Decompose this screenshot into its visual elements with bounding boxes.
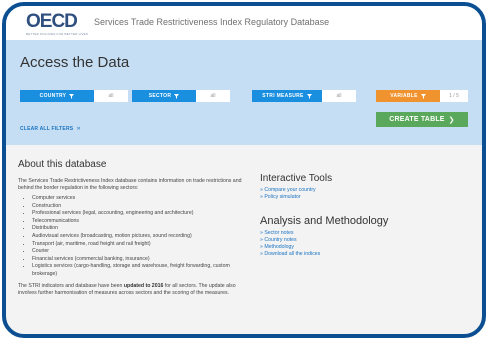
- about-section: About this database The Services Trade R…: [18, 159, 246, 297]
- stri-measure-filter-label: STRI MEASURE: [262, 93, 304, 99]
- variable-filter[interactable]: VARIABLE 1 / 5: [376, 90, 468, 102]
- database-title: Services Trade Restrictiveness Index Reg…: [94, 17, 330, 27]
- about-description: The Services Trade Restrictiveness Index…: [18, 178, 242, 191]
- download-indices-link[interactable]: » Download all the indices: [260, 251, 460, 258]
- filter-icon: [69, 93, 75, 99]
- analysis-links: » Sector notes » Country notes » Methodo…: [260, 230, 460, 258]
- interactive-tools-section: Interactive Tools » Compare your country…: [260, 173, 460, 201]
- country-notes-link[interactable]: » Country notes: [260, 237, 460, 244]
- sector-notes-link[interactable]: » Sector notes: [260, 230, 460, 237]
- sector-filter-value[interactable]: all: [196, 90, 230, 102]
- sector-item: Financial services (commercial banking, …: [32, 256, 246, 264]
- clear-all-filters-link[interactable]: CLEAR ALL FILTERS ✕: [20, 126, 81, 132]
- site-header: OECD BETTER POLICIES FOR BETTER LIVES Se…: [6, 6, 482, 40]
- create-table-label: CREATE TABLE: [389, 116, 445, 123]
- sector-filter-button[interactable]: SECTOR: [132, 90, 196, 102]
- sector-item: Courier: [32, 248, 246, 256]
- methodology-link[interactable]: » Methodology: [260, 244, 460, 251]
- stri-measure-filter[interactable]: STRI MEASURE all: [252, 90, 356, 102]
- variable-filter-value[interactable]: 1 / 5: [440, 90, 468, 102]
- sector-item: Logistics services (cargo-handling, stor…: [32, 263, 246, 278]
- oecd-logo[interactable]: OECD BETTER POLICIES FOR BETTER LIVES: [26, 11, 89, 38]
- variable-filter-label: VARIABLE: [390, 93, 418, 99]
- country-filter-label: COUNTRY: [39, 93, 67, 99]
- x-icon: ✕: [74, 126, 81, 132]
- create-table-button[interactable]: CREATE TABLE ❯: [376, 112, 468, 127]
- update-note-prefix: The STRI indicators and database have be…: [18, 282, 123, 289]
- interactive-tools-title: Interactive Tools: [260, 173, 333, 184]
- filter-icon: [420, 93, 426, 99]
- chevron-right-icon: ❯: [448, 116, 455, 124]
- stri-measure-filter-button[interactable]: STRI MEASURE: [252, 90, 322, 102]
- main-content: About this database The Services Trade R…: [6, 145, 482, 334]
- country-filter-value[interactable]: all: [94, 90, 128, 102]
- access-data-panel: Access the Data COUNTRY all SECTOR all S…: [6, 40, 482, 145]
- sector-item: Distribution: [32, 225, 246, 233]
- filter-icon: [306, 93, 312, 99]
- analysis-title: Analysis and Methodology: [260, 215, 389, 227]
- clear-all-filters-label: CLEAR ALL FILTERS: [20, 126, 74, 132]
- tools-links: » Compare your country » Policy simulato…: [260, 187, 460, 201]
- sector-item: Telecommunications: [32, 218, 246, 226]
- sector-item: Audiovisual services (broadcasting, moti…: [32, 233, 246, 241]
- update-note-highlight: updated to 2016: [123, 282, 164, 289]
- stri-measure-filter-value[interactable]: all: [322, 90, 356, 102]
- sector-filter[interactable]: SECTOR all: [132, 90, 230, 102]
- sector-filter-label: SECTOR: [148, 93, 172, 99]
- policy-simulator-link[interactable]: » Policy simulator: [260, 194, 460, 201]
- sector-list: Computer servicesConstructionProfessiona…: [18, 195, 246, 279]
- page-frame: OECD BETTER POLICIES FOR BETTER LIVES Se…: [2, 2, 486, 338]
- variable-filter-button[interactable]: VARIABLE: [376, 90, 440, 102]
- update-note: The STRI indicators and database have be…: [18, 283, 246, 297]
- analysis-section: Analysis and Methodology » Sector notes …: [260, 215, 460, 258]
- sector-item: Transport (air, maritime, road freight a…: [32, 241, 246, 249]
- country-filter-button[interactable]: COUNTRY: [20, 90, 94, 102]
- filter-icon: [174, 93, 180, 99]
- logo-text: OECD: [26, 11, 78, 32]
- compare-country-link[interactable]: » Compare your country: [260, 187, 460, 194]
- sector-item: Construction: [32, 203, 246, 211]
- sector-item: Professional services (legal, accounting…: [32, 210, 246, 218]
- logo-tagline: BETTER POLICIES FOR BETTER LIVES: [26, 32, 89, 36]
- country-filter[interactable]: COUNTRY all: [20, 90, 128, 102]
- sector-item: Computer services: [32, 195, 246, 203]
- about-title: About this database: [18, 159, 107, 170]
- access-title: Access the Data: [20, 54, 130, 71]
